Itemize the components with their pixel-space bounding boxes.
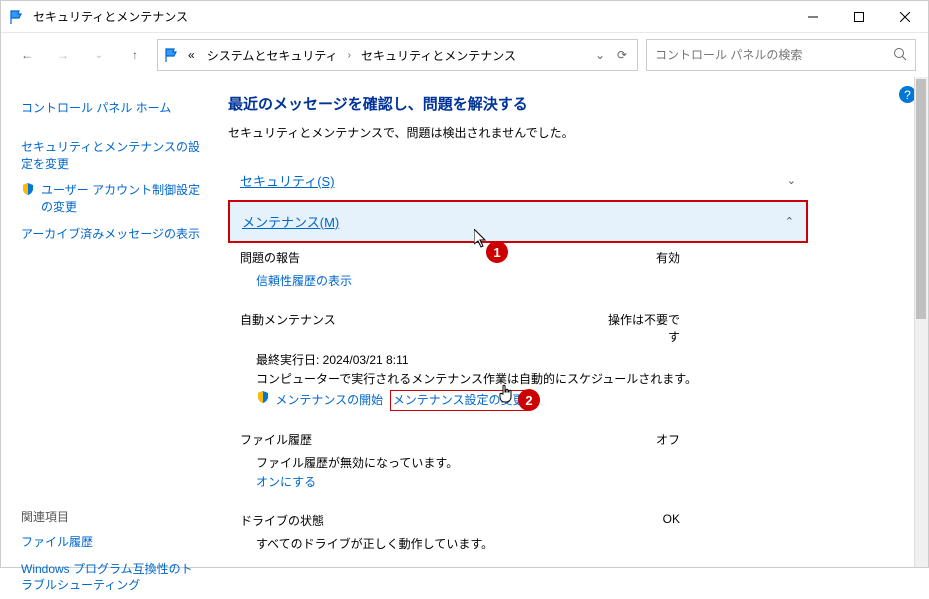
- navbar: ← → ⌄ ↑ « システムとセキュリティ › セキュリティとメンテナンス ⌄ …: [1, 33, 928, 77]
- page-heading: 最近のメッセージを確認し、問題を解決する: [228, 93, 908, 114]
- flag-icon: [164, 47, 180, 63]
- recent-button[interactable]: ⌄: [85, 41, 113, 69]
- sidebar-change-settings-link[interactable]: セキュリティとメンテナンスの設定を変更: [21, 134, 204, 178]
- refresh-button[interactable]: ⟳: [613, 41, 631, 69]
- breadcrumb-item-system[interactable]: システムとセキュリティ: [203, 47, 342, 64]
- back-button[interactable]: ←: [13, 41, 41, 69]
- drive-status-value: OK: [600, 512, 680, 529]
- related-header: 関連項目: [21, 508, 204, 529]
- chevron-down-icon: ⌄: [787, 174, 796, 187]
- drive-status-row: ドライブの状態 OK: [240, 506, 800, 535]
- chevron-up-icon: ⌃: [785, 215, 794, 228]
- main-content: 最近のメッセージを確認し、問題を解決する セキュリティとメンテナンスで、問題は検…: [216, 77, 928, 567]
- flag-icon: [9, 9, 25, 25]
- maintenance-toggle[interactable]: メンテナンス(M) ⌃: [228, 200, 808, 243]
- minimize-button[interactable]: [790, 1, 836, 33]
- security-toggle[interactable]: セキュリティ(S) ⌄: [228, 161, 808, 200]
- sidebar-home-link[interactable]: コントロール パネル ホーム: [21, 95, 204, 122]
- callout-2: 2: [518, 389, 540, 411]
- auto-maint-row: 自動メンテナンス 操作は不要です: [240, 305, 800, 351]
- maximize-button[interactable]: [836, 1, 882, 33]
- file-history-desc: ファイル履歴が無効になっています。: [240, 454, 908, 473]
- dropdown-icon[interactable]: ⌄: [591, 41, 609, 69]
- titlebar: セキュリティとメンテナンス: [1, 1, 928, 33]
- sidebar: コントロール パネル ホーム セキュリティとメンテナンスの設定を変更 ユーザー …: [1, 77, 216, 567]
- close-button[interactable]: [882, 1, 928, 33]
- file-history-label: ファイル履歴: [240, 431, 600, 448]
- window-title: セキュリティとメンテナンス: [33, 8, 790, 25]
- maintenance-label-text: メンテナンス(M): [242, 215, 339, 230]
- forward-button[interactable]: →: [49, 41, 77, 69]
- security-label-text: セキュリティ(S): [240, 174, 335, 189]
- sidebar-archive-link[interactable]: アーカイブ済みメッセージの表示: [21, 221, 204, 248]
- problem-report-label: 問題の報告: [240, 249, 600, 266]
- file-history-row: ファイル履歴 オフ: [240, 425, 800, 454]
- shield-icon: [256, 390, 270, 410]
- start-maintenance-link[interactable]: メンテナンスの開始: [275, 393, 383, 407]
- auto-maint-last-run: 最終実行日: 2024/03/21 8:11: [240, 351, 908, 370]
- sidebar-file-history-link[interactable]: ファイル履歴: [21, 529, 204, 556]
- search-box[interactable]: [646, 39, 916, 71]
- auto-maint-desc: コンピューターで実行されるメンテナンス作業は自動的にスケジュールされます。: [240, 370, 908, 389]
- up-button[interactable]: ↑: [121, 41, 149, 69]
- breadcrumb-prefix[interactable]: «: [184, 48, 199, 62]
- breadcrumb-item-security[interactable]: セキュリティとメンテナンス: [357, 47, 520, 64]
- chevron-right-icon: ›: [346, 50, 353, 61]
- reliability-history-link[interactable]: 信頼性履歴の表示: [256, 274, 352, 288]
- file-history-value: オフ: [600, 431, 680, 448]
- sidebar-uac-link[interactable]: ユーザー アカウント制御設定の変更: [41, 177, 204, 221]
- maintenance-section: メンテナンス(M) ⌃ 問題の報告 有効 信頼性履歴の表示 自動メンテナンス 操…: [228, 200, 908, 567]
- drive-status-desc: すべてのドライブが正しく動作しています。: [240, 535, 908, 554]
- auto-maint-value: 操作は不要です: [600, 311, 680, 345]
- drive-status-label: ドライブの状態: [240, 512, 600, 529]
- auto-maint-label: 自動メンテナンス: [240, 311, 600, 345]
- search-input[interactable]: [655, 48, 893, 62]
- page-subtitle: セキュリティとメンテナンスで、問題は検出されませんでした。: [228, 124, 908, 141]
- problem-report-row: 問題の報告 有効: [240, 243, 800, 272]
- search-icon[interactable]: [893, 47, 907, 64]
- problem-report-value: 有効: [600, 249, 680, 266]
- security-section: セキュリティ(S) ⌄: [228, 161, 908, 200]
- breadcrumb[interactable]: « システムとセキュリティ › セキュリティとメンテナンス ⌄ ⟳: [157, 39, 638, 71]
- turn-on-link[interactable]: オンにする: [256, 475, 316, 489]
- scrollbar[interactable]: [914, 77, 928, 567]
- scrollbar-thumb[interactable]: [916, 79, 926, 319]
- shield-icon: [21, 182, 35, 199]
- sidebar-compat-link[interactable]: Windows プログラム互換性のトラブルシューティング: [21, 556, 204, 599]
- change-maintenance-settings-link[interactable]: メンテナンス設定の変更: [393, 393, 525, 407]
- callout-1: 1: [486, 241, 508, 263]
